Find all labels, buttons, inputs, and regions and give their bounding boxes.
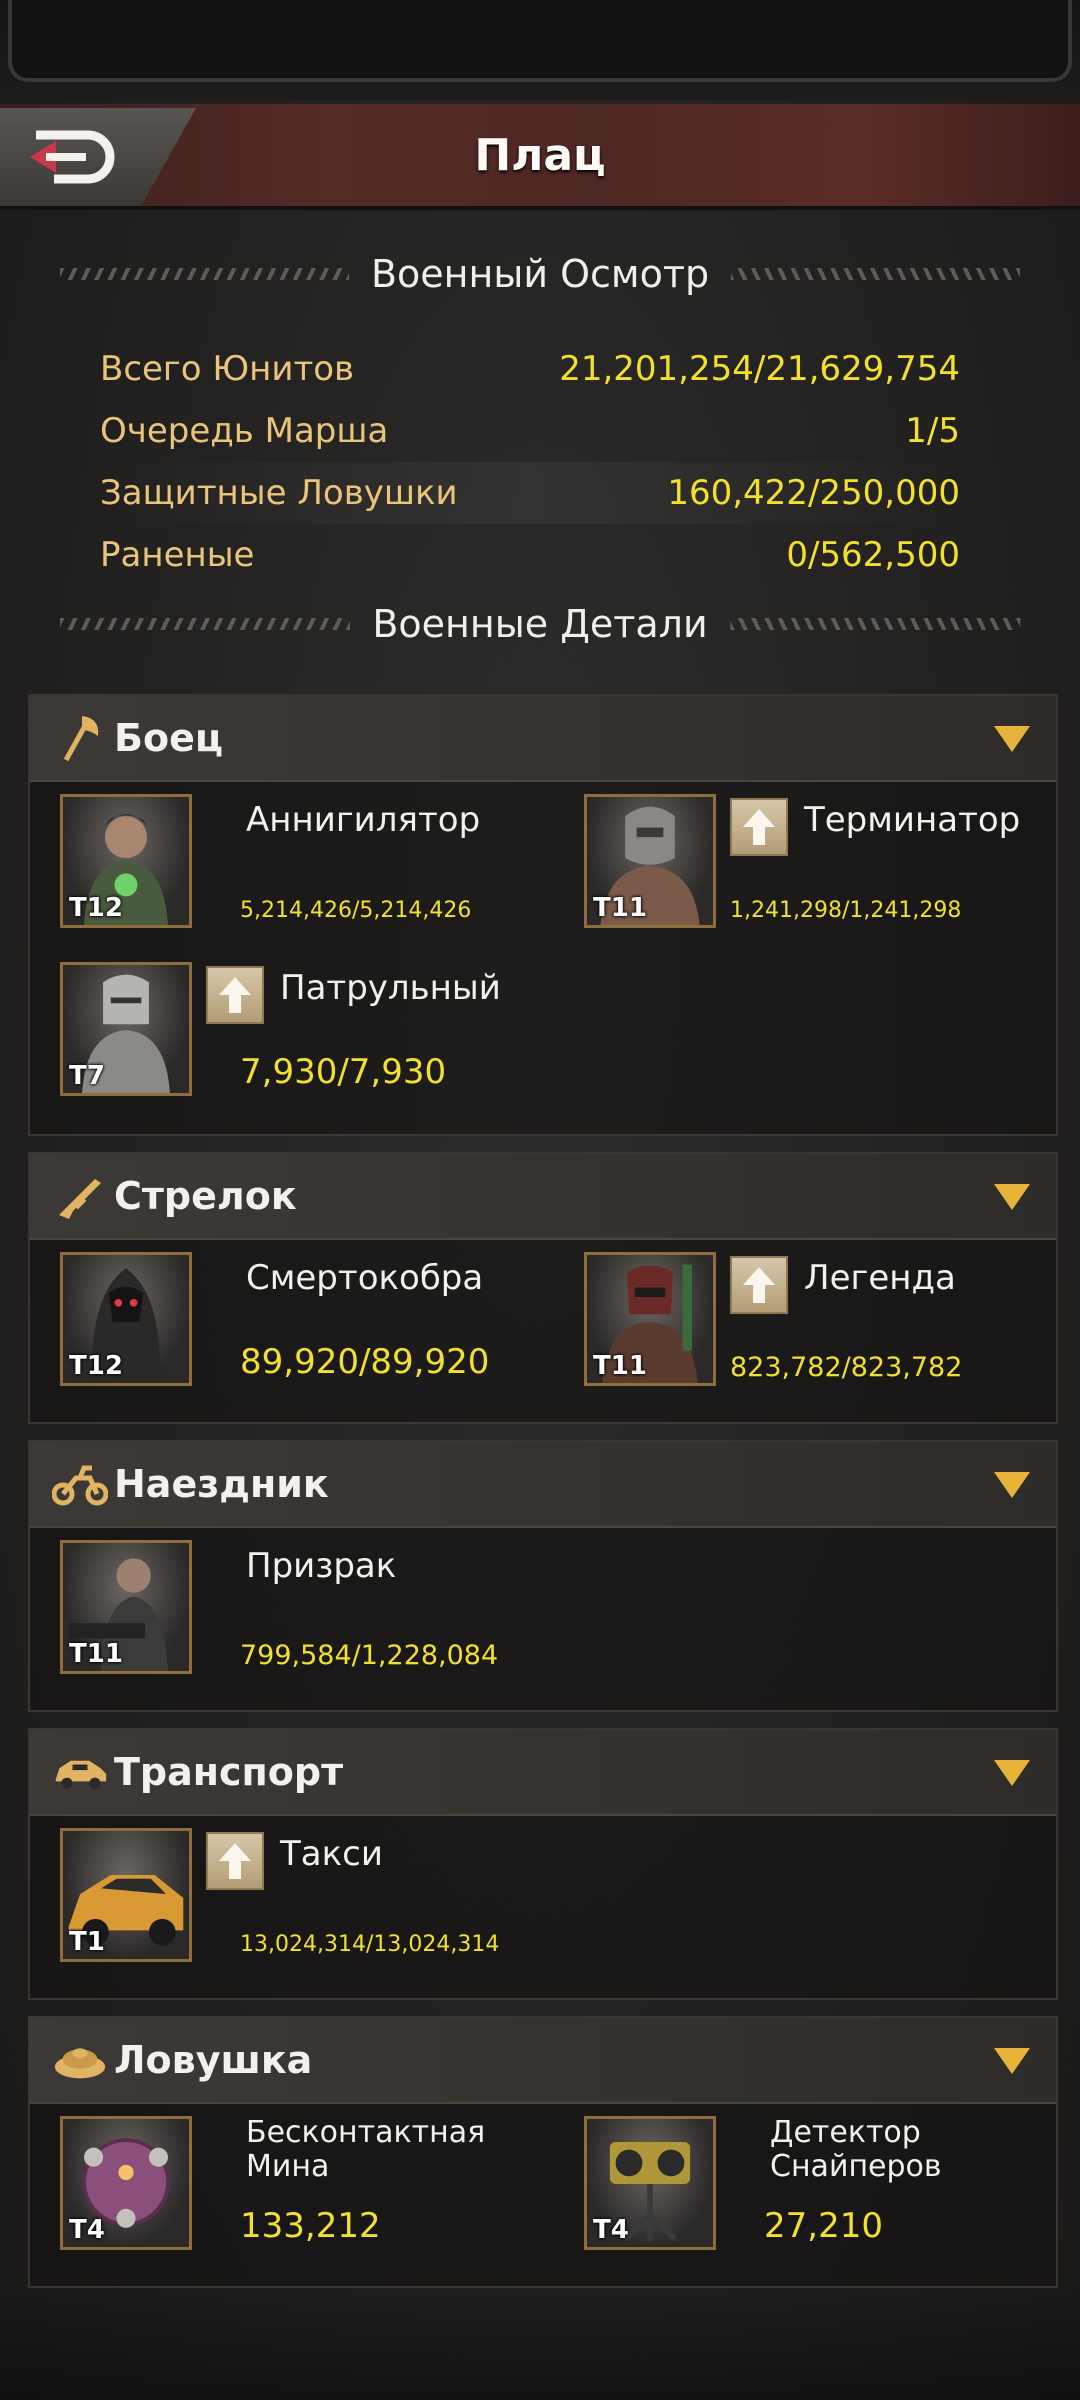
upgrade-button[interactable]	[206, 966, 264, 1024]
unit-card[interactable]: T11 Терминатор 1,241,298/1,241,298	[584, 794, 1080, 934]
unit-name: Детектор Снайперов	[770, 2115, 942, 2184]
unit-name: Легенда	[804, 1258, 956, 1298]
unit-card[interactable]: T1 Такси 13,024,314/13,024,314	[60, 1828, 560, 1968]
unit-tier: T11	[593, 893, 647, 923]
inspection-title: Военный Осмотр	[370, 252, 710, 296]
unit-card[interactable]: T11 Легенда 823,782/823,782	[584, 1252, 1080, 1392]
stat-row: Очередь Марша 1/5	[100, 400, 960, 462]
unit-count: 1,241,298/1,241,298	[730, 898, 962, 923]
unit-tier: T12	[69, 1351, 123, 1381]
category-name: Ловушка	[114, 2038, 313, 2082]
unit-portrait: T11	[584, 794, 716, 928]
collapse-arrow-icon[interactable]	[994, 1760, 1030, 1786]
unit-card[interactable]: T4 Детектор Снайперов 27,210	[584, 2116, 1080, 2256]
stat-label: Всего Юнитов	[100, 349, 355, 389]
unit-portrait: T4	[60, 2116, 192, 2250]
bottom-vignette	[0, 2280, 1080, 2400]
stat-row: Раненые 0/562,500	[100, 524, 960, 586]
unit-portrait: T7	[60, 962, 192, 1096]
unit-name: Аннигилятор	[246, 800, 481, 840]
unit-count: 89,920/89,920	[240, 1342, 490, 1382]
unit-card[interactable]: T4 Бесконтактная Мина 133,212	[60, 2116, 560, 2256]
unit-portrait: T1	[60, 1828, 192, 1962]
category-header-shooter[interactable]: Стрелок	[30, 1154, 1056, 1240]
unit-card[interactable]: T7 Патрульный 7,930/7,930	[60, 962, 560, 1102]
unit-tier: T7	[69, 1061, 105, 1091]
category-header-fighter[interactable]: Боец	[30, 696, 1056, 782]
collapse-arrow-icon[interactable]	[994, 2048, 1030, 2074]
category-name: Боец	[114, 716, 224, 760]
unit-card[interactable]: T12 Аннигилятор 5,214,426/5,214,426	[60, 794, 560, 934]
inspection-header: Военный Осмотр	[60, 244, 1021, 304]
unit-tier: T11	[69, 1639, 123, 1669]
category-panel-transport: Транспорт T1 Такси 13,024,314/13,024,314	[28, 1728, 1058, 2000]
collapse-arrow-icon[interactable]	[994, 1472, 1030, 1498]
stat-label: Очередь Марша	[100, 411, 389, 451]
category-panel-fighter: Боец T12 Аннигилятор 5,214,426/5,214,426…	[28, 694, 1058, 1136]
landmine-icon	[52, 2032, 108, 2088]
unit-count: 27,210	[764, 2206, 883, 2246]
category-header-transport[interactable]: Транспорт	[30, 1730, 1056, 1816]
unit-name: Призрак	[246, 1546, 397, 1586]
unit-tier: T1	[69, 1927, 105, 1957]
unit-portrait: T4	[584, 2116, 716, 2250]
car-icon	[52, 1744, 108, 1800]
stat-value: 0/562,500	[786, 535, 960, 575]
unit-count: 823,782/823,782	[730, 1352, 963, 1383]
unit-portrait: T11	[584, 1252, 716, 1386]
unit-count: 799,584/1,228,084	[240, 1640, 499, 1671]
upgrade-arrow-icon	[219, 977, 251, 1013]
stat-row: Защитные Ловушки 160,422/250,000	[100, 462, 960, 524]
unit-card[interactable]: T12 Смертокобра 89,920/89,920	[60, 1252, 560, 1392]
collapse-arrow-icon[interactable]	[994, 1184, 1030, 1210]
stat-value: 160,422/250,000	[667, 473, 960, 513]
upgrade-arrow-icon	[219, 1843, 251, 1879]
unit-portrait: T12	[60, 1252, 192, 1386]
upgrade-button[interactable]	[206, 1832, 264, 1890]
unit-name: Смертокобра	[246, 1258, 484, 1298]
unit-count: 7,930/7,930	[240, 1052, 447, 1092]
stat-value: 21,201,254/21,629,754	[559, 349, 960, 389]
stat-label: Защитные Ловушки	[100, 473, 458, 513]
category-name: Стрелок	[114, 1174, 297, 1218]
unit-tier: T12	[69, 893, 123, 923]
unit-card[interactable]: T11 Призрак 799,584/1,228,084	[60, 1540, 560, 1680]
stat-row: Всего Юнитов 21,201,254/21,629,754	[100, 338, 960, 400]
top-frame	[0, 0, 1080, 100]
unit-tier: T4	[593, 2215, 629, 2245]
stat-value: 1/5	[905, 411, 960, 451]
upgrade-arrow-icon	[743, 809, 775, 845]
category-header-rider[interactable]: Наездник	[30, 1442, 1056, 1528]
details-title: Военные Детали	[372, 602, 708, 646]
unit-tier: T11	[593, 1351, 647, 1381]
unit-count: 133,212	[240, 2206, 381, 2246]
axe-icon	[52, 710, 108, 766]
upgrade-arrow-icon	[743, 1267, 775, 1303]
unit-name: Терминатор	[804, 800, 1021, 840]
category-name: Транспорт	[114, 1750, 344, 1794]
collapse-arrow-icon[interactable]	[994, 726, 1030, 752]
inspection-stats: Всего Юнитов 21,201,254/21,629,754 Очере…	[100, 338, 960, 586]
category-panel-rider: Наездник T11 Призрак 799,584/1,228,084	[28, 1440, 1058, 1712]
unit-name: Бесконтактная Мина	[246, 2115, 486, 2184]
unit-tier: T4	[69, 2215, 105, 2245]
unit-count: 5,214,426/5,214,426	[240, 898, 472, 923]
unit-count: 13,024,314/13,024,314	[240, 1932, 500, 1957]
stat-label: Раненые	[100, 535, 255, 575]
motorcycle-icon	[52, 1456, 108, 1512]
unit-name: Такси	[280, 1834, 383, 1874]
unit-portrait: T12	[60, 794, 192, 928]
unit-portrait: T11	[60, 1540, 192, 1674]
page-title: Плац	[474, 129, 606, 181]
category-panel-shooter: Стрелок T12 Смертокобра 89,920/89,920 T1…	[28, 1152, 1058, 1424]
details-header: Военные Детали	[60, 594, 1021, 654]
category-name: Наездник	[114, 1462, 329, 1506]
upgrade-button[interactable]	[730, 1256, 788, 1314]
rifle-icon	[52, 1168, 108, 1224]
upgrade-button[interactable]	[730, 798, 788, 856]
unit-name: Патрульный	[280, 968, 501, 1008]
category-panel-trap: Ловушка T4 Бесконтактная Мина 133,212 T4…	[28, 2016, 1058, 2288]
category-header-trap[interactable]: Ловушка	[30, 2018, 1056, 2104]
